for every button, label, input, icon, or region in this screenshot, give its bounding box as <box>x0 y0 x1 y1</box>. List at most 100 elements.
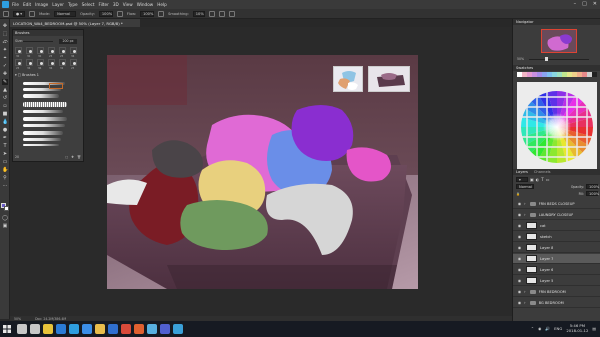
expand-arrow-icon[interactable]: › <box>524 289 526 294</box>
shape-tool-icon[interactable]: ▭ <box>2 159 8 165</box>
menu-select[interactable]: Select <box>82 2 95 7</box>
layer-row[interactable]: ◉ Layer 6 <box>513 265 600 275</box>
crop-tool-icon[interactable]: ⌖ <box>2 55 8 61</box>
brush-preset[interactable] <box>59 47 66 54</box>
color-swatch[interactable] <box>592 72 597 77</box>
start-button[interactable] <box>0 321 14 337</box>
expand-arrow-icon[interactable]: › <box>524 201 526 206</box>
brush-stroke-preview[interactable] <box>23 110 63 113</box>
close-icon[interactable]: ✕ <box>593 1 597 7</box>
expand-arrow-icon[interactable]: › <box>524 300 526 305</box>
brush-stroke-preview[interactable] <box>23 94 59 98</box>
menu-type[interactable]: Type <box>68 2 78 7</box>
layer-group-row[interactable]: ◉ › FRN BEDS CLOSEUP <box>513 199 600 209</box>
channels-tab[interactable]: Channels <box>534 170 551 174</box>
lasso-tool-icon[interactable]: ⤽ <box>2 39 8 45</box>
navigator-zoom-slider[interactable] <box>529 59 589 60</box>
move-tool-icon[interactable]: ✥ <box>2 23 8 29</box>
menu-3d[interactable]: 3D <box>113 2 119 7</box>
layer-fill-field[interactable]: 100% <box>586 191 599 196</box>
symmetry-icon[interactable] <box>228 10 235 17</box>
visibility-eye-icon[interactable]: ◉ <box>517 300 522 305</box>
app-9-app-icon[interactable] <box>173 324 183 334</box>
opacity-field[interactable]: 100% <box>98 10 113 17</box>
brush-preset[interactable] <box>26 47 33 54</box>
tray-up-arrow-icon[interactable]: ⌃ <box>531 326 534 331</box>
layer-row[interactable]: ◉ Layer 7 <box>513 254 600 264</box>
filter-pixel-icon[interactable]: ▣ <box>530 177 534 182</box>
new-folder-icon[interactable]: □ <box>65 155 68 159</box>
visibility-eye-icon[interactable]: ◉ <box>517 267 522 272</box>
brush-preset[interactable] <box>48 59 55 66</box>
hand-tool-icon[interactable]: ✋ <box>2 167 8 173</box>
visibility-eye-icon[interactable]: ◉ <box>517 223 522 228</box>
lock-icon[interactable]: 🔒 <box>516 192 520 196</box>
layer-row[interactable]: ◉ cat <box>513 221 600 231</box>
visibility-eye-icon[interactable]: ◉ <box>517 289 522 294</box>
brush-stroke-preview[interactable] <box>23 117 67 121</box>
brush-preset[interactable] <box>26 59 33 66</box>
volume-icon[interactable]: 🔊 <box>545 326 550 331</box>
filter-type-icon[interactable]: T <box>541 177 543 182</box>
brush-preset[interactable] <box>37 47 44 54</box>
notification-icon[interactable]: ▤ <box>592 326 596 331</box>
visibility-eye-icon[interactable]: ◉ <box>517 234 522 239</box>
more-tools-icon[interactable]: ⋯ <box>2 183 8 189</box>
airbrush-icon[interactable] <box>158 10 165 17</box>
visibility-eye-icon[interactable]: ◉ <box>517 201 522 206</box>
visibility-eye-icon[interactable]: ◉ <box>517 278 522 283</box>
background-color-swatch[interactable] <box>4 206 9 211</box>
layer-group-row[interactable]: ◉ › BG BEDROOM <box>513 298 600 308</box>
expand-arrow-icon[interactable]: › <box>524 212 526 217</box>
zoom-tool-icon[interactable]: ⚲ <box>2 175 8 181</box>
layer-row[interactable]: ◉ Layer 8 <box>513 243 600 253</box>
layer-row[interactable]: ◉ Layer 5 <box>513 276 600 286</box>
brush-preset[interactable] <box>15 47 22 54</box>
quick-select-tool-icon[interactable]: ✦ <box>2 47 8 53</box>
marquee-tool-icon[interactable]: ⬚ <box>2 31 8 37</box>
visibility-eye-icon[interactable]: ◉ <box>517 256 522 261</box>
reference-image-1[interactable] <box>333 66 363 92</box>
app-7-app-icon[interactable] <box>147 324 157 334</box>
store-app-icon[interactable] <box>82 324 92 334</box>
brush-folder[interactable]: ▾ □ Brushes 1 <box>15 73 39 77</box>
eraser-tool-icon[interactable]: ▫ <box>2 103 8 109</box>
brush-preset[interactable] <box>70 47 77 54</box>
brush-settings-icon[interactable] <box>29 10 36 17</box>
history-brush-tool-icon[interactable]: ↺ <box>2 95 8 101</box>
gradient-tool-icon[interactable]: ■ <box>2 111 8 117</box>
photoshop-app-icon[interactable] <box>69 324 79 334</box>
maximize-icon[interactable]: □ <box>582 1 587 7</box>
type-tool-icon[interactable]: T <box>2 143 8 149</box>
menu-help[interactable]: Help <box>157 2 167 7</box>
color-wheel-panel[interactable] <box>517 82 597 172</box>
brush-tool-icon[interactable]: ✎ <box>2 79 8 85</box>
navigator-zoom-thumb[interactable] <box>545 57 548 61</box>
task-view-app-icon[interactable] <box>30 324 40 334</box>
layer-blend-mode[interactable]: Normal <box>516 184 534 189</box>
swatches-tab[interactable]: Swatches <box>513 65 600 71</box>
healing-tool-icon[interactable]: ✚ <box>2 71 8 77</box>
menu-view[interactable]: View <box>123 2 133 7</box>
edge-app-icon[interactable] <box>56 324 66 334</box>
eyedropper-tool-icon[interactable]: ✓ <box>2 63 8 69</box>
chrome-app-icon[interactable] <box>43 324 53 334</box>
status-zoom[interactable]: 50% <box>14 317 21 321</box>
quick-mask-icon[interactable]: ◯ <box>2 215 8 221</box>
reference-image-2[interactable] <box>368 66 410 92</box>
layer-group-row[interactable]: ◉ › FRN BEDROOM <box>513 287 600 297</box>
clone-stamp-tool-icon[interactable]: ▲ <box>2 87 8 93</box>
blur-tool-icon[interactable]: 💧 <box>2 119 8 125</box>
brush-size-slider[interactable] <box>23 41 53 42</box>
language-indicator[interactable]: ENG <box>554 326 562 331</box>
filter-shape-icon[interactable]: ▭ <box>546 177 550 182</box>
pen-tool-icon[interactable]: ✒ <box>2 135 8 141</box>
brush-tool-icon[interactable] <box>3 10 9 17</box>
delete-brush-icon[interactable]: 🗑 <box>77 155 81 159</box>
navigator-thumbnail[interactable] <box>541 29 577 53</box>
explorer-app-icon[interactable] <box>95 324 105 334</box>
mode-select[interactable]: Normal <box>54 10 77 17</box>
path-select-tool-icon[interactable]: ➤ <box>2 151 8 157</box>
dodge-tool-icon[interactable]: ● <box>2 127 8 133</box>
brush-size-field[interactable]: 200 px <box>59 39 77 44</box>
